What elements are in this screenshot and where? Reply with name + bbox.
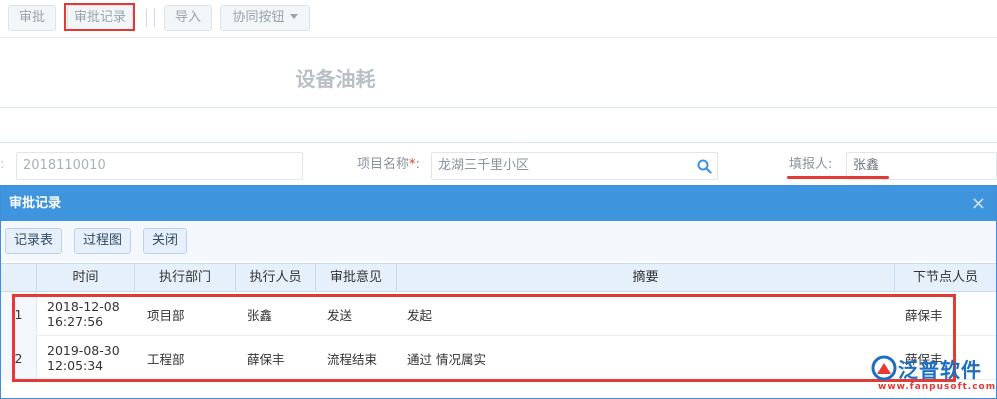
search-icon[interactable] bbox=[697, 159, 712, 174]
collab-label: 协同按钮 bbox=[232, 10, 285, 25]
column-header-rownum bbox=[1, 264, 37, 291]
column-header-time[interactable]: 时间 bbox=[37, 264, 135, 291]
reporter-highlight-underline bbox=[787, 176, 889, 179]
approve-button[interactable]: 审批 bbox=[8, 5, 56, 31]
section-divider bbox=[0, 142, 997, 143]
import-button[interactable]: 导入 bbox=[164, 5, 212, 31]
project-name-field[interactable]: 龙湖三千里小区 bbox=[431, 152, 718, 180]
fanpu-logo-icon bbox=[871, 355, 897, 381]
project-name-value: 龙湖三千里小区 bbox=[438, 158, 530, 173]
brand-name: 泛普软件 bbox=[898, 358, 982, 382]
brand-url: www.fanpusoft.com bbox=[878, 382, 997, 392]
close-icon[interactable]: × bbox=[971, 186, 986, 221]
column-header-next[interactable]: 下节点人员 bbox=[895, 264, 996, 291]
dialog-toolbar: 记录表 过程图 关闭 bbox=[1, 221, 996, 261]
dialog-header: 审批记录 × bbox=[1, 186, 996, 221]
rows-highlight-box bbox=[12, 294, 956, 382]
column-header-summary[interactable]: 摘要 bbox=[397, 264, 895, 291]
column-header-dept[interactable]: 执行部门 bbox=[135, 264, 236, 291]
code-field[interactable]: 2018110010 bbox=[16, 152, 303, 180]
page-title: 设备油耗 bbox=[295, 67, 376, 91]
top-toolbar: 审批 审批记录 导入 协同按钮 bbox=[0, 0, 997, 38]
record-table-button[interactable]: 记录表 bbox=[5, 228, 63, 254]
collab-dropdown-button[interactable]: 协同按钮 bbox=[220, 5, 310, 31]
dialog-title: 审批记录 bbox=[9, 196, 62, 211]
column-header-person[interactable]: 执行人员 bbox=[236, 264, 316, 291]
chevron-down-icon bbox=[289, 14, 298, 19]
grid-header: 时间 执行部门 执行人员 审批意见 摘要 下节点人员 bbox=[1, 263, 996, 292]
reporter-label: 填报人: bbox=[789, 157, 833, 172]
project-name-label: 项目名称*: bbox=[357, 157, 420, 172]
records-highlight-box bbox=[64, 3, 135, 31]
title-divider bbox=[0, 107, 997, 108]
process-diagram-button[interactable]: 过程图 bbox=[74, 228, 132, 254]
approval-records-dialog: 审批记录 × 记录表 过程图 关闭 时间 执行部门 执行人员 审批意见 摘要 下… bbox=[0, 185, 997, 399]
code-label-fragment: : bbox=[0, 157, 5, 172]
brand-watermark: 泛普软件 www.fanpusoft.com bbox=[864, 352, 997, 399]
column-header-opinion[interactable]: 审批意见 bbox=[316, 264, 397, 291]
toolbar-divider bbox=[154, 9, 155, 27]
toolbar-divider bbox=[146, 9, 147, 27]
close-button[interactable]: 关闭 bbox=[143, 228, 188, 254]
